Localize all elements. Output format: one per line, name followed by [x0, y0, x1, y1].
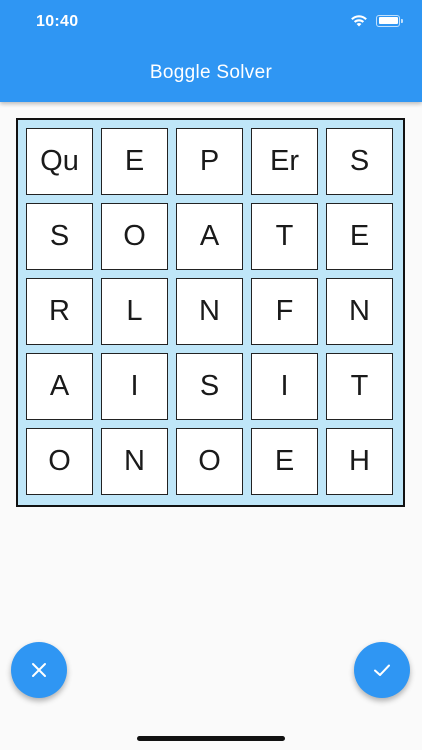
tile-r3-c2[interactable]: L [101, 278, 168, 345]
tile-r2-c3[interactable]: A [176, 203, 243, 270]
tile-r1-c2[interactable]: E [101, 128, 168, 195]
clear-board-button[interactable] [11, 642, 67, 698]
tile-r1-c1[interactable]: Qu [26, 128, 93, 195]
tile-r2-c1[interactable]: S [26, 203, 93, 270]
status-icons [350, 14, 403, 27]
tile-r4-c2[interactable]: I [101, 353, 168, 420]
battery-icon [376, 14, 403, 27]
tile-r3-c3[interactable]: N [176, 278, 243, 345]
tile-r5-c4[interactable]: E [251, 428, 318, 495]
tile-r4-c3[interactable]: S [176, 353, 243, 420]
home-indicator [137, 736, 285, 741]
tile-r3-c1[interactable]: R [26, 278, 93, 345]
app-bar: 10:40 Boggle Solver [0, 0, 422, 102]
status-time: 10:40 [36, 13, 79, 30]
tile-r1-c5[interactable]: S [326, 128, 393, 195]
tile-r5-c5[interactable]: H [326, 428, 393, 495]
tile-r2-c2[interactable]: O [101, 203, 168, 270]
tile-r5-c2[interactable]: N [101, 428, 168, 495]
tile-r2-c5[interactable]: E [326, 203, 393, 270]
check-icon [374, 664, 390, 676]
screen: 10:40 Boggle Solver Qu E P Er S S O A T … [0, 0, 422, 750]
tile-r5-c1[interactable]: O [26, 428, 93, 495]
tile-r4-c5[interactable]: T [326, 353, 393, 420]
wifi-icon [351, 15, 367, 27]
board-grid: Qu E P Er S S O A T E R L N F N A I S I … [26, 128, 395, 495]
tile-r3-c5[interactable]: N [326, 278, 393, 345]
tile-r1-c4[interactable]: Er [251, 128, 318, 195]
solve-button[interactable] [354, 642, 410, 698]
tile-r1-c3[interactable]: P [176, 128, 243, 195]
boggle-board: Qu E P Er S S O A T E R L N F N A I S I … [16, 118, 405, 507]
tile-r2-c4[interactable]: T [251, 203, 318, 270]
close-icon [32, 663, 46, 677]
tile-r4-c4[interactable]: I [251, 353, 318, 420]
tile-r4-c1[interactable]: A [26, 353, 93, 420]
tile-r5-c3[interactable]: O [176, 428, 243, 495]
page-title: Boggle Solver [149, 62, 273, 83]
tile-r3-c4[interactable]: F [251, 278, 318, 345]
